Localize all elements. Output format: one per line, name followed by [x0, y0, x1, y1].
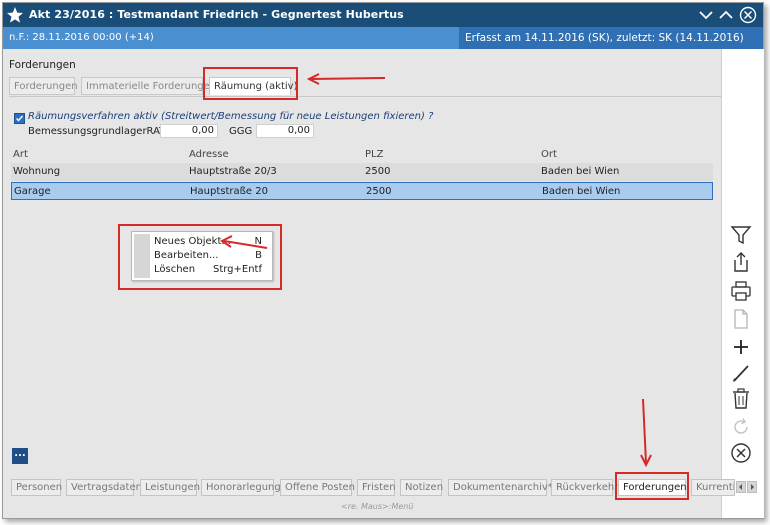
app-window: Akt 23/2016 : Testmandant Friedrich - Ge… — [2, 2, 764, 519]
annotation-arrows — [220, 73, 652, 468]
annotation-arrow-icon — [640, 398, 652, 468]
annotation-arrow-icon — [306, 73, 386, 85]
annotation-arrow-icon — [220, 235, 268, 249]
